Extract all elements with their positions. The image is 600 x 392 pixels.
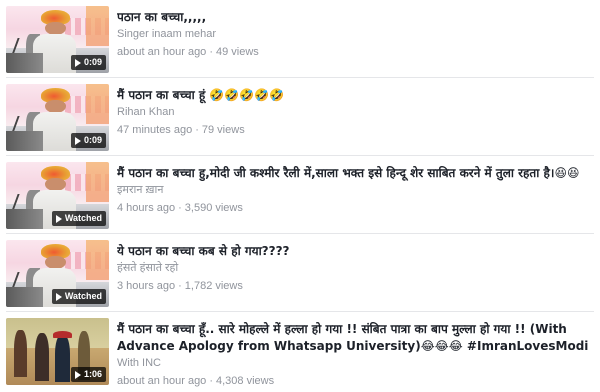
video-item[interactable]: 0:09 पठान का बच्चा,,,,, Singer inaam meh…	[0, 0, 600, 73]
video-title[interactable]: ये पठान का बच्चा कब से हो गया????	[117, 243, 600, 260]
watched-label: Watched	[64, 291, 102, 301]
duration-label: 0:09	[83, 135, 102, 145]
video-item[interactable]: 1:06 मैं पठान का बच्चा हूँ.. सारे मोहल्ल…	[0, 312, 600, 388]
video-title[interactable]: मैं पठान का बच्चा हूं 🤣🤣🤣🤣🤣	[117, 87, 600, 104]
video-time[interactable]: 4 hours ago	[117, 202, 175, 214]
video-meta: 4 hours ago · 3,590 views	[117, 201, 600, 215]
video-title[interactable]: मैं पठान का बच्चा हु,मोदी जी कश्मीर रैली…	[117, 165, 600, 182]
divider	[6, 233, 594, 234]
video-list: 0:09 पठान का बच्चा,,,,, Singer inaam meh…	[0, 0, 600, 392]
play-icon	[74, 58, 81, 67]
video-title[interactable]: पठान का बच्चा,,,,,	[117, 9, 600, 26]
video-views: 4,308 views	[215, 375, 275, 387]
video-thumbnail[interactable]: Watched	[6, 162, 109, 229]
meta-separator: ·	[209, 375, 213, 387]
video-time[interactable]: about an hour ago	[117, 375, 206, 387]
video-author[interactable]: With INC	[117, 356, 600, 370]
video-thumbnail[interactable]: 0:09	[6, 84, 109, 151]
video-info: पठान का बच्चा,,,,, Singer inaam mehar ab…	[117, 0, 600, 59]
video-info: ये पठान का बच्चा कब से हो गया???? हंसते …	[117, 234, 600, 293]
video-thumbnail[interactable]: 1:06	[6, 318, 109, 385]
video-time[interactable]: 47 minutes ago	[117, 124, 192, 136]
duration-label: 0:09	[83, 57, 102, 67]
video-thumbnail[interactable]: Watched	[6, 240, 109, 307]
duration-badge: 0:09	[70, 133, 106, 148]
video-meta: about an hour ago · 4,308 views	[117, 374, 600, 388]
video-thumbnail[interactable]: 0:09	[6, 6, 109, 73]
video-info: मैं पठान का बच्चा हूं 🤣🤣🤣🤣🤣 Rihan Khan 4…	[117, 78, 600, 137]
video-author[interactable]: इमरान ख़ान	[117, 183, 600, 197]
duration-badge: 0:09	[70, 55, 106, 70]
video-author[interactable]: Singer inaam mehar	[117, 27, 600, 41]
play-icon	[74, 370, 81, 379]
video-title[interactable]: मैं पठान का बच्चा हूँ.. सारे मोहल्ले में…	[117, 321, 600, 355]
video-item[interactable]: Watched मैं पठान का बच्चा हु,मोदी जी कश्…	[0, 156, 600, 229]
video-views: 79 views	[201, 124, 245, 136]
play-icon	[74, 136, 81, 145]
meta-separator: ·	[178, 202, 182, 214]
video-views: 3,590 views	[184, 202, 243, 214]
watched-label: Watched	[64, 213, 102, 223]
video-time[interactable]: about an hour ago	[117, 46, 206, 58]
video-views: 1,782 views	[184, 280, 243, 292]
play-icon	[55, 214, 62, 223]
video-time[interactable]: 3 hours ago	[117, 280, 175, 292]
video-views: 49 views	[215, 46, 259, 58]
divider	[6, 155, 594, 156]
video-item[interactable]: 0:09 मैं पठान का बच्चा हूं 🤣🤣🤣🤣🤣 Rihan K…	[0, 78, 600, 151]
divider	[6, 77, 594, 78]
duration-badge: 1:06	[70, 367, 106, 382]
meta-separator: ·	[209, 46, 213, 58]
play-icon	[55, 292, 62, 301]
divider	[6, 311, 594, 312]
watched-badge: Watched	[51, 211, 106, 226]
video-item[interactable]: Watched ये पठान का बच्चा कब से हो गया???…	[0, 234, 600, 307]
video-meta: 47 minutes ago · 79 views	[117, 123, 600, 137]
video-author[interactable]: Rihan Khan	[117, 105, 600, 119]
video-meta: about an hour ago · 49 views	[117, 45, 600, 59]
video-info: मैं पठान का बच्चा हु,मोदी जी कश्मीर रैली…	[117, 156, 600, 215]
watched-badge: Watched	[51, 289, 106, 304]
meta-separator: ·	[178, 280, 182, 292]
video-meta: 3 hours ago · 1,782 views	[117, 279, 600, 293]
video-info: मैं पठान का बच्चा हूँ.. सारे मोहल्ले में…	[117, 312, 600, 388]
meta-separator: ·	[195, 124, 199, 136]
video-author[interactable]: हंसते हंसाते रहो	[117, 261, 600, 275]
duration-label: 1:06	[83, 369, 102, 379]
